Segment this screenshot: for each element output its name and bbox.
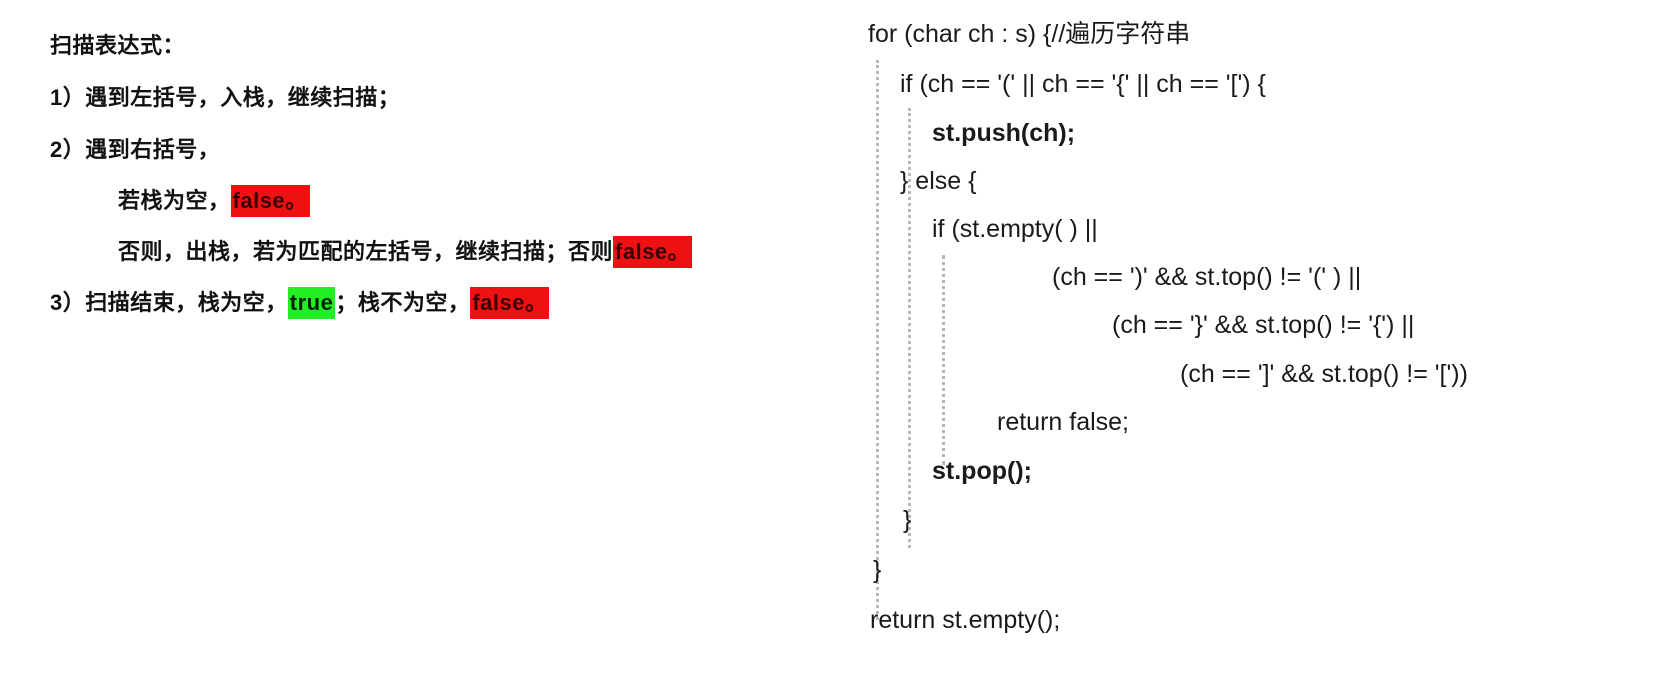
code-line: st.pop(); [932, 457, 1032, 485]
code-line: if (st.empty( ) || [932, 215, 1098, 243]
code-line: } [903, 506, 912, 534]
rule-3: 3）扫描结束，栈为空，true；栈不为空，false。 [50, 287, 550, 319]
code-line: (ch == ')' && st.top() != '(' ) || [1052, 263, 1362, 291]
rule-1: 1）遇到左括号，入栈，继续扫描； [50, 85, 401, 110]
code-line: (ch == ']' && st.top() != '[')) [1180, 360, 1468, 388]
rule-3-text-1: 3）扫描结束，栈为空， [50, 290, 288, 315]
code-line: if (ch == '(' || ch == '{' || ch == '[')… [900, 70, 1266, 98]
code-line: for (char ch : s) {//遍历字符串 [868, 20, 1191, 48]
rule-2a: 若栈为空，false。 [118, 185, 310, 217]
indent-guide [942, 255, 945, 465]
code-line: st.push(ch); [932, 119, 1076, 147]
false-highlight: false。 [613, 236, 693, 268]
indent-guide [876, 60, 879, 620]
code-line: (ch == '}' && st.top() != '{') || [1112, 311, 1415, 339]
true-highlight: true [287, 287, 336, 319]
code-line: } else { [900, 167, 977, 195]
code-line: return false; [997, 408, 1130, 436]
code-line: return st.empty(); [870, 606, 1061, 634]
false-highlight: false。 [470, 287, 550, 319]
rule-2a-text: 若栈为空， [118, 188, 231, 213]
slide: 扫描表达式： 1）遇到左括号，入栈，继续扫描； 2）遇到右括号， 若栈为空，fa… [0, 0, 1676, 699]
rule-2b: 否则，出栈，若为匹配的左括号，继续扫描；否则false。 [118, 236, 693, 268]
code-line: } [873, 556, 882, 584]
rule-2: 2）遇到右括号， [50, 137, 221, 162]
explanation-title: 扫描表达式： [50, 33, 186, 58]
rule-2b-text: 否则，出栈，若为匹配的左括号，继续扫描；否则 [118, 239, 614, 264]
rule-3-text-2: ；栈不为空， [335, 290, 471, 315]
false-highlight: false。 [230, 185, 310, 217]
